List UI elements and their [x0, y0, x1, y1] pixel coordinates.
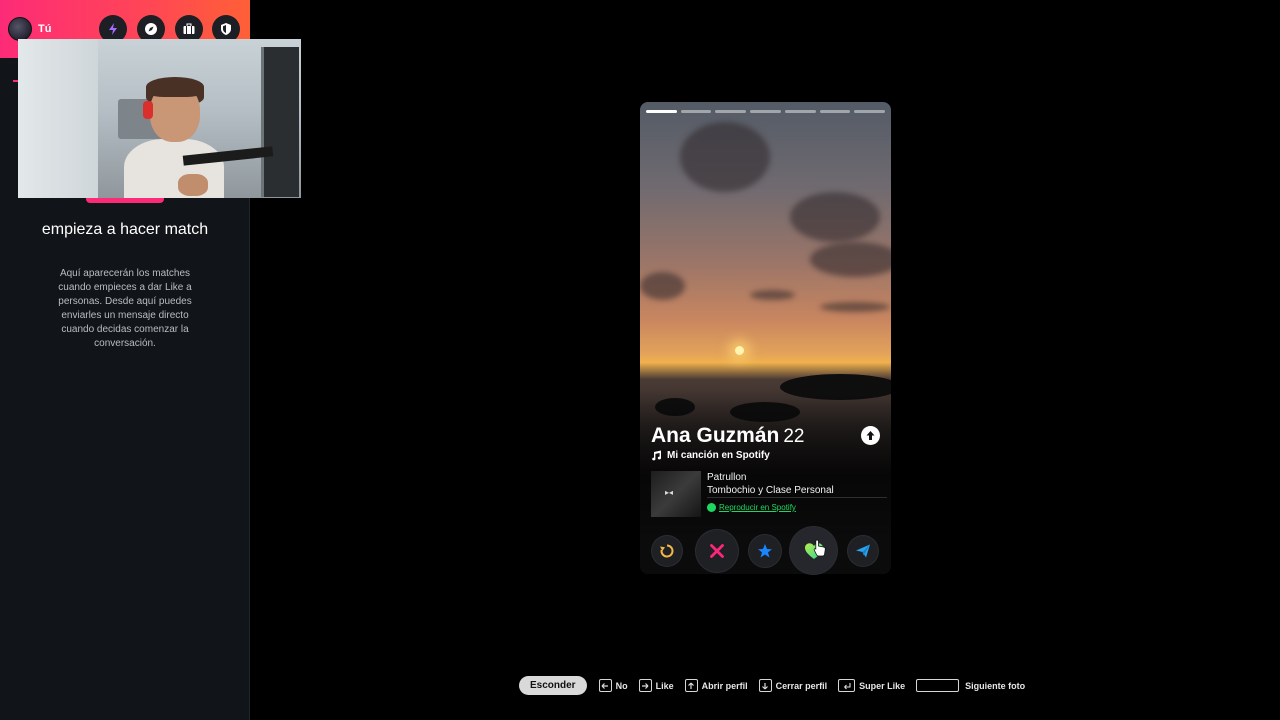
up-arrow-key: [684, 679, 698, 692]
photo-progress-segment[interactable]: [715, 110, 747, 113]
space-key: [916, 679, 960, 692]
profile-name-row: Ana Guzmán 22: [651, 424, 805, 448]
play-on-spotify-link[interactable]: Reproducir en Spotify: [707, 503, 796, 512]
divider: [707, 497, 887, 498]
photo-progress-segment[interactable]: [750, 110, 781, 113]
empty-matches-text: Aquí aparecerán los matches cuando empie…: [58, 268, 192, 349]
empty-matches-title: empieza a hacer match: [41, 221, 209, 238]
keyboard-hints: Esconder No Like Abrir perfil Cerrar per…: [519, 676, 1036, 695]
arrow-up-icon: [866, 431, 875, 440]
rewind-icon: [660, 544, 674, 558]
photo-progress-segment[interactable]: [784, 110, 816, 113]
safety-icon: [221, 23, 231, 35]
user-name[interactable]: Tú: [38, 23, 51, 35]
hint-close-profile: Cerrar perfil: [775, 680, 828, 691]
photo-progress-segment[interactable]: [854, 110, 886, 113]
open-profile-button[interactable]: [861, 426, 880, 445]
avatar[interactable]: [8, 17, 32, 41]
boost-icon: [109, 23, 117, 35]
anthem-label: Mi canción en Spotify: [667, 450, 770, 461]
work-icon: [183, 23, 195, 34]
song-artist: Tombochio y Clase Personal: [707, 485, 834, 496]
photo-progress-segment[interactable]: [680, 110, 712, 113]
super-like-button[interactable]: [749, 535, 781, 567]
photo-progress[interactable]: [646, 110, 886, 113]
enter-key: [838, 679, 856, 692]
spotify-link-label[interactable]: Reproducir en Spotify: [719, 503, 796, 512]
right-arrow-key: [638, 679, 652, 692]
anthem-header: Mi canción en Spotify: [651, 450, 770, 461]
hint-nope: No: [615, 680, 628, 691]
enter-icon: [843, 682, 851, 689]
profile-age: 22: [783, 426, 805, 447]
matches-tab-indicator: [86, 198, 164, 203]
down-arrow-key: [758, 679, 772, 692]
nope-button[interactable]: [696, 530, 738, 572]
hide-hints-button[interactable]: Esconder: [519, 676, 587, 695]
super-like-icon: [758, 544, 772, 558]
music-note-icon: [652, 450, 661, 461]
send-boost-button[interactable]: [848, 536, 878, 566]
webcam-overlay: [18, 39, 301, 198]
hint-next-photo: Siguiente foto: [965, 680, 1026, 691]
arrow-down-icon: [762, 682, 769, 689]
hint-super-like: Super Like: [859, 680, 906, 691]
photo-progress-segment[interactable]: [819, 110, 851, 113]
explore-icon: [145, 23, 157, 35]
photo-progress-segment[interactable]: [646, 110, 677, 113]
album-art: ▸◂: [651, 471, 701, 517]
boost-send-icon: [856, 544, 870, 558]
left-arrow-key: [598, 679, 612, 692]
profile-card[interactable]: Ana Guzmán 22 Mi canción en Spotify ▸◂ Pa…: [640, 102, 891, 574]
nope-icon: [710, 544, 724, 558]
arrow-left-icon: [601, 682, 609, 689]
arrow-up-icon: [688, 682, 695, 689]
hint-open-profile: Abrir perfil: [701, 680, 748, 691]
rewind-button[interactable]: [652, 536, 682, 566]
arrow-right-icon: [642, 682, 649, 689]
profile-name: Ana Guzmán: [651, 424, 780, 447]
pointer-cursor-icon: [813, 539, 826, 557]
spotify-icon: [707, 503, 716, 512]
hint-like: Like: [655, 680, 674, 691]
song-title: Patrullon: [707, 472, 747, 483]
